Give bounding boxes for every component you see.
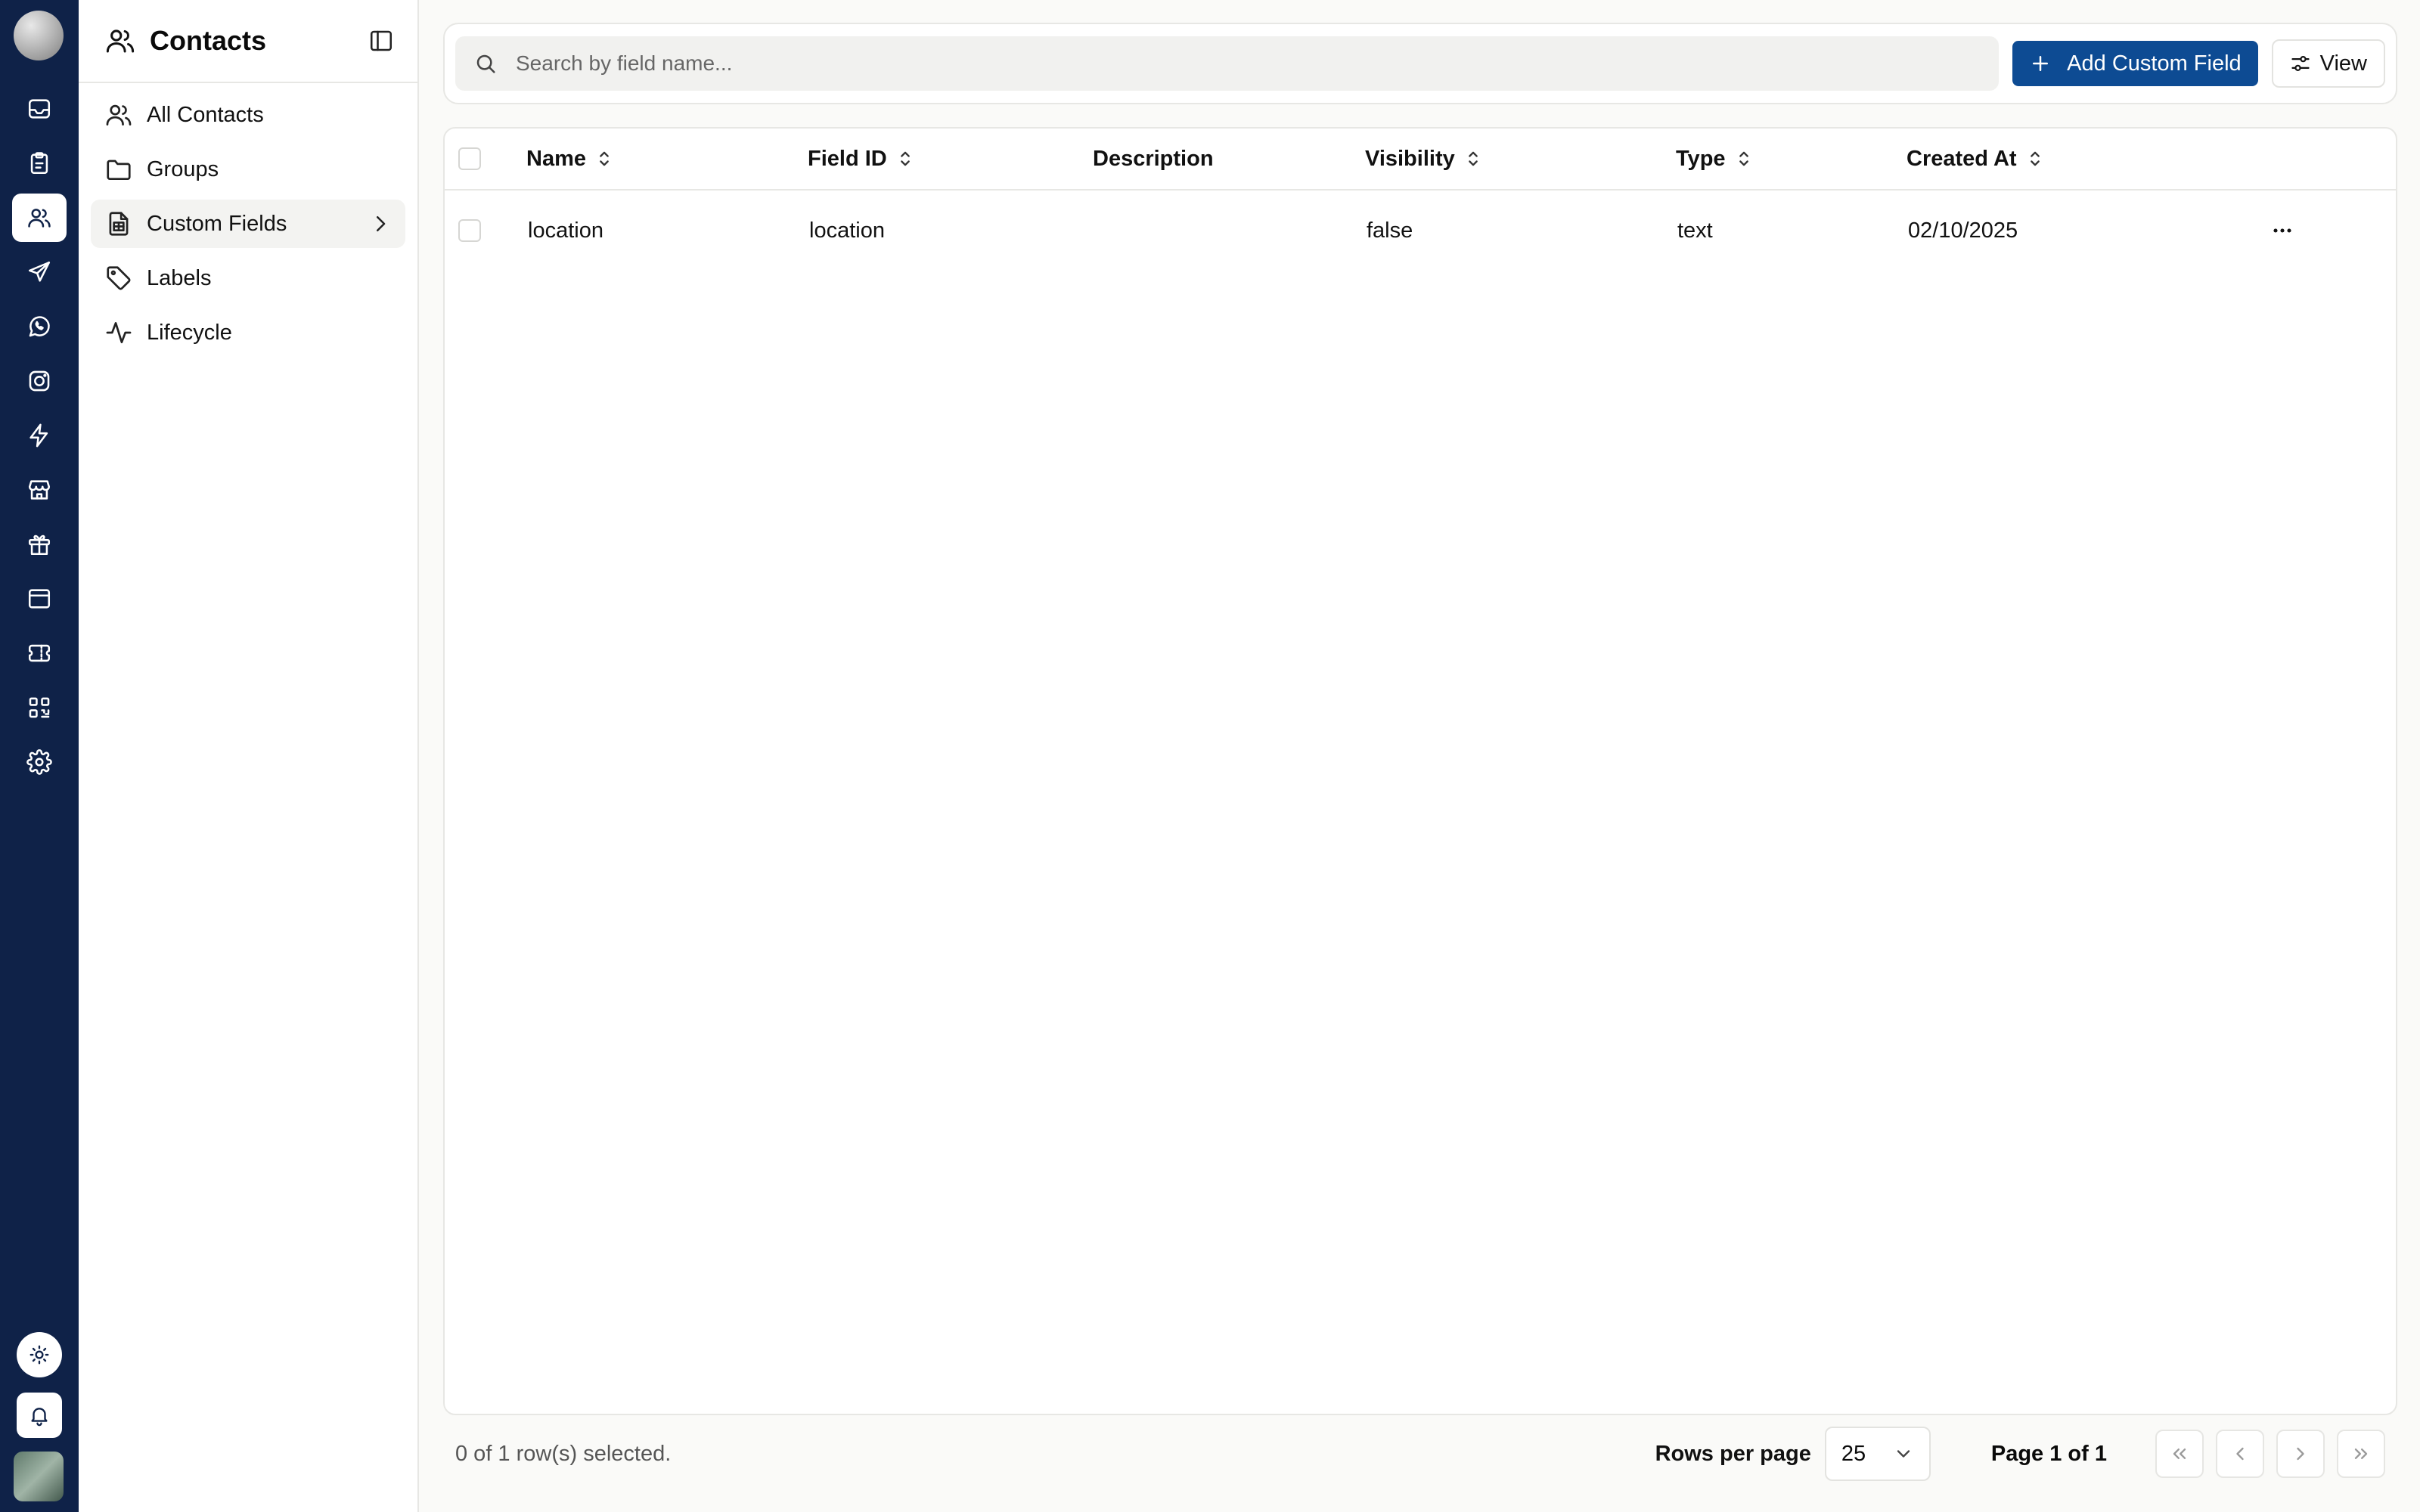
column-header-label: Visibility: [1365, 146, 1455, 171]
plus-icon: [2033, 56, 2049, 71]
page-info: Page 1 of 1: [1990, 1441, 2107, 1466]
column-header-name[interactable]: Name: [526, 129, 615, 189]
row-actions-button[interactable]: [2269, 191, 2296, 271]
view-label: View: [2319, 51, 2367, 76]
sidebar-toggle-icon[interactable]: [368, 27, 395, 54]
column-header-created-at[interactable]: Created At: [1907, 129, 2046, 189]
table-footer: 0 of 1 row(s) selected. Rows per page 25…: [443, 1420, 2397, 1488]
first-page-button[interactable]: [2155, 1430, 2204, 1478]
sidebar-item-label: Custom Fields: [147, 211, 287, 236]
users-icon[interactable]: [12, 194, 67, 242]
sidebar-item-groups[interactable]: Groups: [91, 145, 405, 194]
column-header-type[interactable]: Type: [1676, 129, 1754, 189]
custom-fields-table: Name Field ID Description Visibility Typ…: [443, 127, 2397, 1415]
inbox-icon[interactable]: [12, 85, 67, 133]
column-header-field-id[interactable]: Field ID: [808, 129, 916, 189]
whatsapp-icon[interactable]: [12, 302, 67, 351]
cell-type: text: [1677, 218, 1713, 243]
sidebar-item-lifecycle[interactable]: Lifecycle: [91, 308, 405, 357]
chevron-right-icon: [2297, 1447, 2304, 1461]
sidebar-nav: All Contacts Groups Custom Fields Labels…: [79, 83, 417, 370]
sidebar-item-label: All Contacts: [147, 102, 264, 127]
column-header-visibility[interactable]: Visibility: [1365, 129, 1484, 189]
sidebar-item-label: Groups: [147, 156, 219, 181]
sidebar-item-label: Lifecycle: [147, 320, 232, 345]
send-icon[interactable]: [12, 248, 67, 296]
rows-per-page-label: Rows per page: [1655, 1441, 1811, 1466]
selection-status: 0 of 1 row(s) selected.: [455, 1441, 672, 1466]
sidebar-item-label: Labels: [147, 265, 212, 290]
qr-code-icon[interactable]: [12, 683, 67, 732]
settings-icon[interactable]: [12, 738, 67, 786]
sidebar-title: Contacts: [150, 25, 267, 56]
select-all-cell: [458, 129, 481, 189]
last-page-button[interactable]: [2337, 1430, 2385, 1478]
view-button[interactable]: View: [2271, 39, 2385, 88]
column-header-label: Name: [526, 146, 586, 171]
user-avatar[interactable]: [14, 1452, 64, 1501]
contacts-sidebar: Contacts All Contacts Groups Custom Fiel…: [79, 0, 419, 1512]
folder-icon: [107, 160, 131, 181]
row-select-cell: [458, 191, 481, 271]
users-icon: [106, 104, 132, 126]
table-row[interactable]: location location false text 02/10/2025: [445, 191, 2396, 271]
ticket-icon[interactable]: [12, 629, 67, 677]
rows-per-page-select[interactable]: 25: [1824, 1427, 1931, 1481]
sun-icon[interactable]: [17, 1332, 62, 1377]
chevrons-left-icon: [2173, 1448, 2186, 1459]
column-header-label: Description: [1093, 146, 1214, 171]
workspace-avatar[interactable]: [14, 11, 64, 60]
sidebar-header: Contacts: [79, 0, 417, 83]
file-spreadsheet-icon: [109, 212, 129, 236]
clipboard-icon[interactable]: [12, 139, 67, 187]
store-icon[interactable]: [12, 466, 67, 514]
browser-icon[interactable]: [12, 575, 67, 623]
rows-per-page-value: 25: [1841, 1441, 1866, 1466]
row-checkbox[interactable]: [458, 219, 481, 242]
add-custom-field-button[interactable]: Add Custom Field: [2012, 41, 2258, 86]
sort-icon: [600, 151, 609, 166]
sort-icon: [1739, 151, 1748, 166]
cell-name: location: [528, 218, 603, 243]
column-header-label: Created At: [1907, 146, 2017, 171]
next-page-button[interactable]: [2276, 1430, 2325, 1478]
column-header-label: Type: [1676, 146, 1726, 171]
column-header-description: Description: [1093, 129, 1214, 189]
search-box: [455, 36, 2000, 91]
sidebar-item-all-contacts[interactable]: All Contacts: [91, 91, 405, 139]
users-icon: [106, 29, 135, 53]
zap-icon[interactable]: [12, 411, 67, 460]
more-horizontal-icon: [2273, 228, 2291, 233]
previous-page-button[interactable]: [2216, 1430, 2264, 1478]
sidebar-item-custom-fields[interactable]: Custom Fields: [91, 200, 405, 248]
sort-icon: [2030, 151, 2040, 166]
sliders-icon: [2291, 56, 2310, 71]
sort-icon: [1468, 151, 1478, 166]
search-icon: [476, 54, 495, 73]
cell-created-at: 02/10/2025: [1908, 218, 2018, 243]
column-header-label: Field ID: [808, 146, 887, 171]
activity-icon: [106, 321, 132, 344]
table-toolbar: Add Custom Field View: [443, 23, 2397, 104]
app-rail: [0, 0, 79, 1512]
chevron-right-icon: [377, 216, 386, 231]
gift-icon[interactable]: [12, 520, 67, 569]
select-all-checkbox[interactable]: [458, 147, 481, 170]
cell-field-id: location: [809, 218, 885, 243]
chevron-left-icon: [2236, 1447, 2244, 1461]
sidebar-item-labels[interactable]: Labels: [91, 254, 405, 302]
tag-icon: [107, 266, 131, 290]
instagram-icon[interactable]: [12, 357, 67, 405]
cell-visibility: false: [1367, 218, 1413, 243]
search-input[interactable]: [516, 51, 1981, 76]
add-custom-field-label: Add Custom Field: [2067, 51, 2242, 76]
table-header-row: Name Field ID Description Visibility Typ…: [445, 129, 2396, 191]
chevron-down-icon: [1897, 1450, 1910, 1458]
chevrons-right-icon: [2354, 1448, 2368, 1459]
sort-icon: [900, 151, 910, 166]
bell-icon[interactable]: [17, 1393, 62, 1438]
